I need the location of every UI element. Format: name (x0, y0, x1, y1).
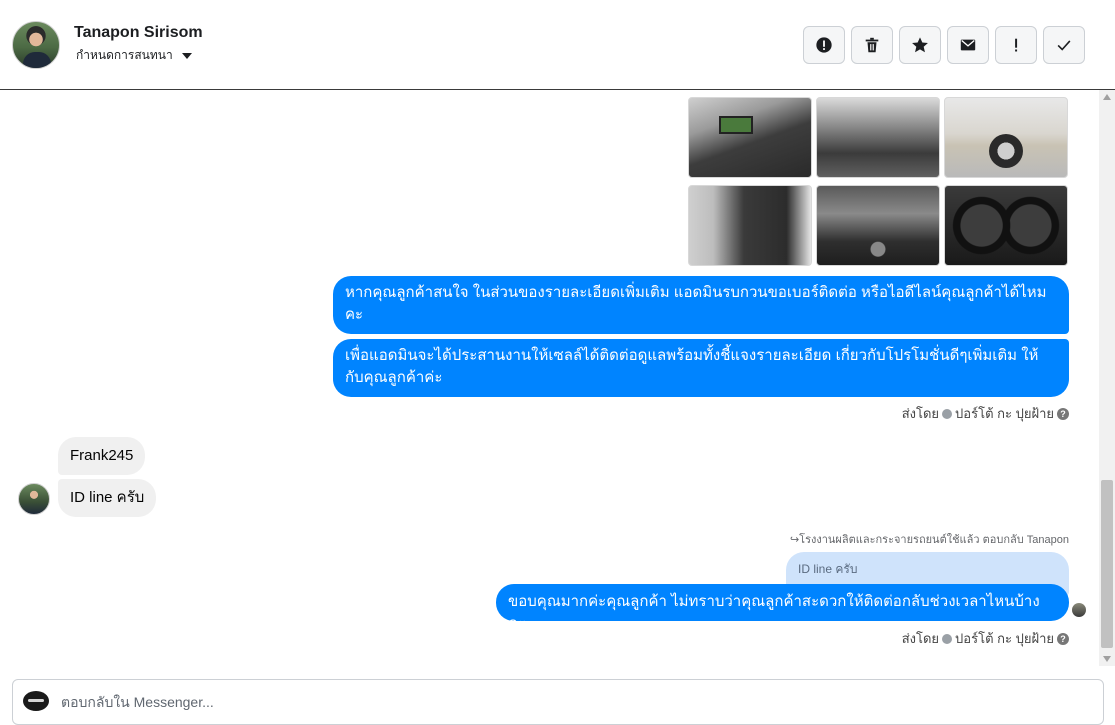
page-logo-icon (23, 691, 49, 711)
contact-avatar[interactable] (12, 21, 60, 69)
help-icon[interactable]: ? (1057, 407, 1069, 420)
photo-dashboard[interactable] (688, 97, 812, 178)
assign-conversation-label: กำหนดการสนทนา (76, 48, 173, 62)
incoming-message[interactable]: Frank245 (58, 437, 146, 475)
envelope-icon (960, 39, 976, 51)
mark-done-button[interactable] (1043, 26, 1085, 64)
photo-door-panel[interactable] (688, 185, 812, 266)
mark-unread-button[interactable] (947, 26, 989, 64)
photo-interior-seats[interactable] (816, 97, 940, 178)
sent-by-text: ส่งโดย (901, 406, 940, 421)
sent-by-text: ส่งโดย (901, 631, 940, 646)
photo-attachment-grid (688, 97, 1068, 266)
conversation-toolbar (803, 26, 1085, 64)
help-icon[interactable]: ? (1057, 632, 1069, 645)
assign-conversation-dropdown[interactable]: กำหนดการสนทนา (76, 46, 193, 65)
alert-circle-icon (816, 37, 832, 53)
photo-engine-bay[interactable] (816, 185, 940, 266)
scroll-down-arrow-icon[interactable] (1103, 656, 1111, 662)
message-thread[interactable]: หากคุณลูกค้าสนใจ ในส่วนของรายละเอียดเพิ่… (0, 90, 1099, 666)
outgoing-reply-message[interactable]: ขอบคุณมากค่ะคุณลูกค้า ไม่ทราบว่าคุณลูกค้… (496, 584, 1069, 632)
delete-button[interactable] (851, 26, 893, 64)
customer-avatar[interactable] (18, 483, 50, 515)
star-button[interactable] (899, 26, 941, 64)
star-icon (912, 37, 928, 53)
sender-name: ปอร์โต้ กะ ปุยฝ้าย (955, 631, 1054, 646)
caret-down-icon (182, 52, 193, 59)
contact-name[interactable]: Tanapon Sirisom (74, 24, 203, 42)
reply-input[interactable] (61, 690, 1081, 714)
message-composer (12, 679, 1104, 725)
sender-name: ปอร์โต้ กะ ปุยฝ้าย (955, 406, 1054, 421)
conversation-header: Tanapon Sirisom กำหนดการสนทนา (0, 0, 1115, 90)
sent-by-label: ส่งโดย ปอร์โต้ กะ ปุยฝ้าย ? (902, 628, 1069, 649)
exclamation-icon (1015, 38, 1018, 52)
outgoing-message[interactable]: เพื่อแอดมินจะได้ประสานงานให้เซลล์ได้ติดต… (333, 339, 1069, 397)
reply-arrow-icon: ↪ (789, 534, 800, 546)
thread-scrollbar[interactable] (1099, 90, 1115, 666)
mark-spam-button[interactable] (803, 26, 845, 64)
photo-gauge-cluster[interactable] (944, 185, 1068, 266)
scroll-thumb[interactable] (1101, 480, 1113, 648)
follow-up-button[interactable] (995, 26, 1037, 64)
photo-front-wheel[interactable] (944, 97, 1068, 178)
verified-icon (942, 633, 953, 644)
read-receipt-avatar (1072, 603, 1086, 617)
trash-icon (865, 37, 879, 53)
outgoing-message[interactable]: หากคุณลูกค้าสนใจ ในส่วนของรายละเอียดเพิ่… (333, 276, 1069, 334)
reply-context-label: ↪โรงงานผลิตและกระจายรถยนต์ใช้แล้ว ตอบกลั… (789, 534, 1069, 546)
verified-icon (942, 408, 953, 419)
check-icon (1057, 40, 1071, 51)
incoming-message[interactable]: ID line ครับ (58, 479, 157, 517)
scroll-up-arrow-icon[interactable] (1103, 94, 1111, 100)
sent-by-label: ส่งโดย ปอร์โต้ กะ ปุยฝ้าย ? (902, 403, 1069, 424)
